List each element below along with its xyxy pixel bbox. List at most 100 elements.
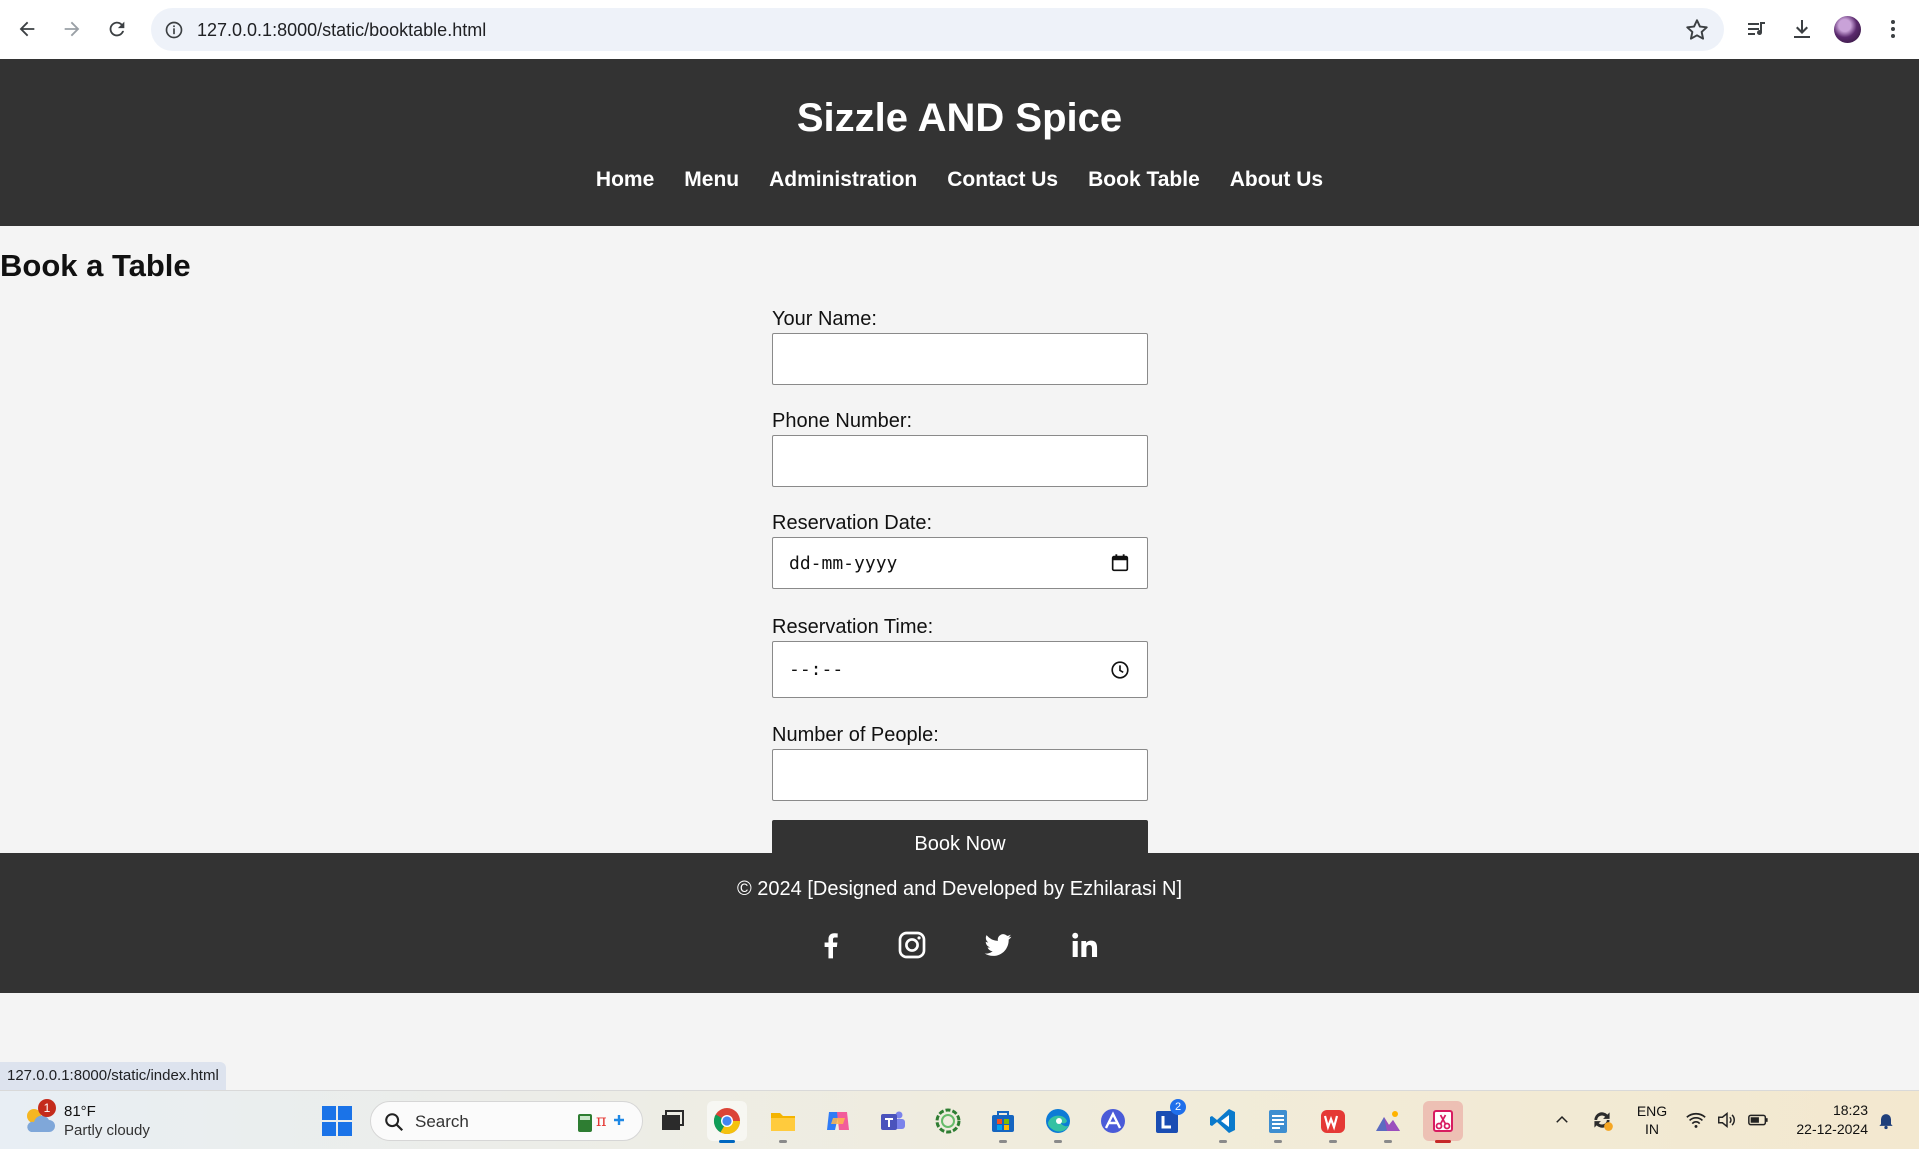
- nav-contact-us[interactable]: Contact Us: [947, 168, 1058, 192]
- date-label: Reservation Date:: [772, 512, 933, 534]
- phone-label: Phone Number:: [772, 410, 913, 432]
- task-view-button[interactable]: [652, 1101, 692, 1141]
- name-label: Your Name:: [772, 308, 877, 330]
- taskbar-circle-app[interactable]: [928, 1101, 968, 1141]
- store-icon: [992, 1111, 1014, 1132]
- clock-date: 22-12-2024: [1796, 1121, 1868, 1137]
- taskbar-notepad[interactable]: [1258, 1101, 1298, 1143]
- instagram-icon[interactable]: [896, 929, 928, 961]
- forward-button[interactable]: [55, 12, 89, 46]
- clock-time: 18:23: [1832, 1102, 1868, 1118]
- nav-book-table[interactable]: Book Table: [1088, 168, 1200, 192]
- download-icon[interactable]: [1786, 13, 1818, 45]
- arrow-right-icon: [64, 21, 80, 37]
- linkedin-icon[interactable]: [1068, 929, 1100, 961]
- circle-app-icon: [935, 1108, 961, 1134]
- taskbar-edge[interactable]: [1038, 1101, 1078, 1143]
- taskbar-chrome[interactable]: [707, 1101, 747, 1143]
- vscode-icon: [1210, 1109, 1235, 1133]
- svg-text:π: π: [596, 1111, 607, 1130]
- edge-icon: [1046, 1109, 1070, 1133]
- taskbar-arc-app[interactable]: [1093, 1101, 1133, 1141]
- booking-form: Your Name: Phone Number: Reservation Dat…: [772, 308, 1148, 868]
- windows-taskbar: 1 81°F Partly cloudy Search π 2 ENG IN 1…: [0, 1090, 1919, 1149]
- site-title: Sizzle AND Spice: [796, 96, 1123, 140]
- time-placeholder: --:--: [789, 659, 844, 680]
- reload-icon: [109, 21, 125, 37]
- time-label: Reservation Time:: [772, 616, 934, 638]
- temperature-text: 81°F: [64, 1103, 96, 1120]
- time-input[interactable]: --:--: [772, 641, 1148, 698]
- nav-about-us[interactable]: About Us: [1230, 168, 1323, 192]
- taskbar-store[interactable]: [983, 1101, 1023, 1143]
- arrow-left-icon: [19, 21, 35, 37]
- link-status-bubble: 127.0.0.1:8000/static/index.html: [0, 1062, 226, 1090]
- date-placeholder: dd-mm-yyyy: [789, 553, 898, 574]
- search-icon: [385, 1113, 404, 1132]
- taskbar-snipping-tool[interactable]: [1423, 1101, 1463, 1143]
- site-info-icon[interactable]: [160, 16, 188, 44]
- page-title: Book a Table: [0, 248, 191, 283]
- site-footer: © 2024 [Designed and Developed by Ezhila…: [0, 853, 1919, 993]
- taskbar-teams[interactable]: [873, 1101, 913, 1141]
- photos-icon: [1376, 1111, 1400, 1131]
- reload-button[interactable]: [100, 12, 134, 46]
- chevron-up-icon[interactable]: [1553, 1111, 1571, 1129]
- teams-icon: [881, 1111, 905, 1130]
- nav-menu[interactable]: Menu: [684, 168, 739, 192]
- taskbar-wps-office[interactable]: [1313, 1101, 1353, 1143]
- snipping-tool-icon: [1433, 1110, 1453, 1132]
- language-code: ENG: [1636, 1103, 1668, 1119]
- site-header: Sizzle AND Spice Home Menu Administratio…: [0, 59, 1919, 226]
- taskbar-photos-app[interactable]: [1368, 1101, 1408, 1143]
- facebook-icon[interactable]: [815, 929, 847, 961]
- calendar-icon[interactable]: [1109, 552, 1131, 574]
- taskbar-search[interactable]: Search π: [370, 1101, 643, 1141]
- weather-condition-text: Partly cloudy: [64, 1122, 150, 1139]
- back-button[interactable]: [10, 12, 44, 46]
- menu-kebab-icon[interactable]: [1877, 13, 1909, 45]
- weather-widget[interactable]: 1 81°F Partly cloudy: [22, 1099, 182, 1143]
- language-indicator[interactable]: ENG IN: [1634, 1102, 1670, 1138]
- libby-badge: 2: [1170, 1099, 1186, 1115]
- language-region: IN: [1645, 1121, 1659, 1137]
- battery-icon[interactable]: [1746, 1109, 1770, 1131]
- windows-start-icon[interactable]: [322, 1106, 352, 1136]
- bookmark-star-icon[interactable]: [1684, 17, 1710, 43]
- wps-office-icon: [1321, 1110, 1345, 1133]
- date-input[interactable]: dd-mm-yyyy: [772, 537, 1148, 589]
- social-links: [0, 929, 1919, 969]
- copilot-icon: [827, 1112, 849, 1130]
- notification-bell-icon[interactable]: [1876, 1110, 1896, 1130]
- volume-icon[interactable]: [1716, 1109, 1738, 1131]
- main-nav: Home Menu Administration Contact Us Book…: [0, 168, 1919, 192]
- taskbar-libby-app[interactable]: 2: [1148, 1099, 1188, 1141]
- taskbar-copilot[interactable]: [818, 1101, 858, 1141]
- chrome-icon: [713, 1108, 741, 1135]
- search-label: Search: [415, 1112, 469, 1131]
- people-input[interactable]: [772, 749, 1148, 801]
- name-input[interactable]: [772, 333, 1148, 385]
- clock-icon[interactable]: [1109, 659, 1131, 681]
- sync-icon[interactable]: [1589, 1107, 1615, 1133]
- taskbar-file-explorer[interactable]: [763, 1101, 803, 1143]
- clock[interactable]: 18:23 22-12-2024: [1780, 1101, 1868, 1139]
- weather-alert-badge: 1: [38, 1099, 56, 1117]
- copyright-text: © 2024 [Designed and Developed by Ezhila…: [737, 878, 1182, 900]
- address-bar[interactable]: 127.0.0.1:8000/static/booktable.html: [151, 8, 1724, 51]
- people-label: Number of People:: [772, 724, 939, 746]
- arc-app-icon: [1101, 1109, 1125, 1133]
- phone-input[interactable]: [772, 435, 1148, 487]
- taskbar-vscode[interactable]: [1203, 1101, 1243, 1143]
- nav-home[interactable]: Home: [596, 168, 654, 192]
- folder-icon: [771, 1113, 795, 1131]
- reading-list-icon[interactable]: [1741, 13, 1773, 45]
- url-text[interactable]: 127.0.0.1:8000/static/booktable.html: [197, 20, 486, 41]
- nav-administration[interactable]: Administration: [769, 168, 917, 192]
- twitter-icon[interactable]: [982, 929, 1014, 961]
- notepad-icon: [1269, 1110, 1287, 1133]
- wifi-icon[interactable]: [1685, 1109, 1707, 1131]
- profile-avatar[interactable]: [1834, 16, 1861, 43]
- browser-toolbar: 127.0.0.1:8000/static/booktable.html: [0, 0, 1919, 59]
- search-highlight-icon: π: [578, 1111, 624, 1132]
